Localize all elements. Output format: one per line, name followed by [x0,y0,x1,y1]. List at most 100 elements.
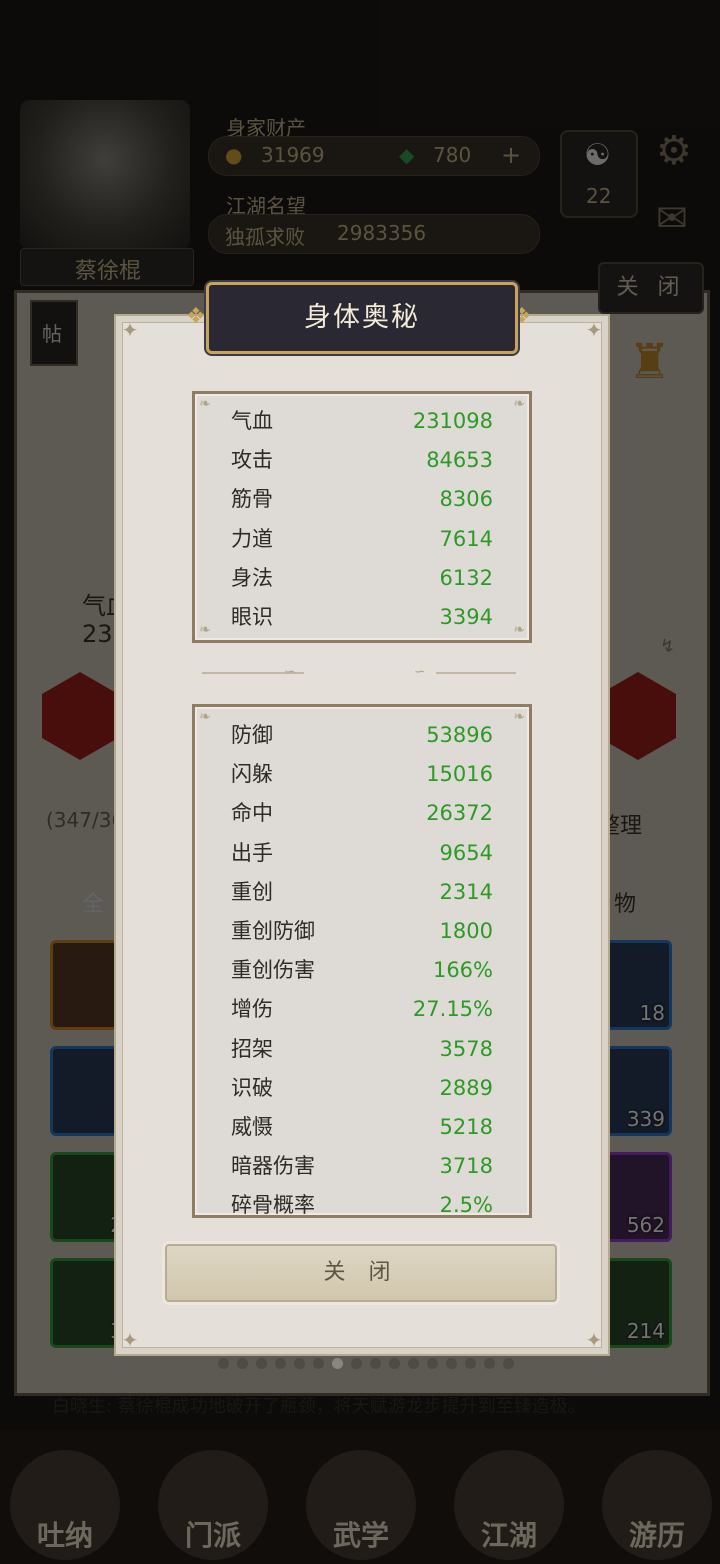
stat-label: 防御 [231,723,273,747]
corner-ornament: ✦ [585,1328,603,1352]
page-dot[interactable] [408,1358,419,1369]
nav-youli[interactable]: 游历 [602,1450,712,1560]
stat-row: 筋骨 8306 [195,480,529,519]
stat-row: 气血 231098 [195,402,529,441]
page-dot[interactable] [294,1358,305,1369]
secondary-stats-panel[interactable]: ❧ ❧ 防御 53896 闪躲 15016 命中 26372 出手 9654 重创 2314 重创防… [192,704,532,1218]
page-dot[interactable] [351,1358,362,1369]
stat-row: 眼识 3394 [195,598,529,637]
lantern-icon[interactable]: ♜ [628,334,671,390]
stat-label: 重创伤害 [231,958,315,983]
yin-yang-badge[interactable]: ☯ 22 [560,130,638,218]
nav-tuna[interactable]: 吐纳 [10,1450,120,1560]
stat-label: 筋骨 [231,487,273,512]
inventory-slot[interactable]: 562 [600,1152,672,1242]
add-currency-button[interactable]: + [501,141,521,169]
stat-value: 2889 [439,1075,493,1100]
swap-icon[interactable]: ↯ [660,636,675,657]
nav-label: 门派 [184,1519,241,1552]
stat-label: 气血 [231,409,273,433]
page-dot[interactable] [256,1358,267,1369]
item-count: 214 [626,1319,665,1343]
page-dot[interactable] [237,1358,248,1369]
page-dot[interactable] [484,1358,495,1369]
page-dot[interactable] [446,1358,457,1369]
mail-icon[interactable]: ✉ [656,196,688,240]
post-label: 帖 [42,322,62,346]
stat-label: 招架 [231,1036,273,1061]
bg-close-button[interactable]: 关 闭 [598,262,704,314]
inventory-slot[interactable] [50,940,122,1030]
title-ornament: ❖ [186,304,206,329]
partial-stat-value: 23 [82,620,113,648]
page-dot-active[interactable] [332,1358,343,1369]
stat-row: 身法 6132 [195,559,529,598]
stat-row: 碎骨概率 2.5% [195,1186,529,1218]
stat-value: 53896 [426,723,493,747]
player-name: 蔡徐棍 [75,259,142,284]
gold-amount: 31969 [261,143,325,167]
inventory-slot[interactable] [50,1046,122,1136]
nav-menpai[interactable]: 门派 [158,1450,268,1560]
stat-value: 9654 [439,840,493,865]
page-dot[interactable] [503,1358,514,1369]
inventory-count: (347/36 [46,808,125,832]
gold-icon: ● [225,143,243,167]
item-count: 18 [639,1001,665,1025]
filter-all-tab[interactable]: 全 [82,886,104,918]
page-dot[interactable] [218,1358,229,1369]
page-dot[interactable] [427,1358,438,1369]
stat-row: 识破 2889 [195,1069,529,1108]
page-dot[interactable] [313,1358,324,1369]
stat-row: 重创伤害 166% [195,951,529,990]
player-name-plate: 蔡徐棍 [20,248,194,286]
stat-label: 命中 [231,801,273,826]
stat-value: 26372 [426,801,493,826]
player-avatar[interactable] [20,100,190,250]
stat-label: 碎骨概率 [231,1193,315,1218]
stat-row: 招架 3578 [195,1030,529,1069]
nav-wuxue[interactable]: 武学 [306,1450,416,1560]
stat-row: 闪躲 15016 [195,755,529,794]
fame-bar: 独孤求败 2983356 [208,214,540,254]
jade-amount: 780 [433,143,472,167]
nav-label: 吐纳 [36,1519,93,1552]
bottom-nav: 吐纳 门派 武学 江湖 游历 [0,1430,720,1564]
stat-label: 出手 [231,840,273,865]
stat-label: 识破 [231,1075,273,1100]
post-button[interactable]: 帖 [30,300,78,366]
stat-row: 力道 7614 [195,520,529,559]
nav-jianghu[interactable]: 江湖 [454,1450,564,1560]
stat-label: 重创防御 [231,919,315,943]
stat-value: 231098 [412,409,493,433]
stat-value: 166% [432,958,493,983]
stat-value: 5218 [439,1115,493,1139]
inventory-slot[interactable]: 2 [50,1152,123,1242]
item-count: 562 [626,1213,665,1237]
stat-row: 威慑 5218 [195,1108,529,1147]
corner-ornament: ✦ [121,1328,139,1352]
scroll-message: 白晓生: 蔡徐棍成功地破开了瓶颈，将天赋游龙步提升到至臻造极。 [52,1396,586,1417]
filter-item-tab[interactable]: 物 [614,886,636,918]
inventory-slot[interactable]: 3 [50,1258,123,1348]
gear-icon[interactable]: ⚙ [656,128,692,174]
page-dot[interactable] [389,1358,400,1369]
page-dot[interactable] [370,1358,381,1369]
stat-row: 暗器伤害 3718 [195,1147,529,1186]
stat-value: 84653 [426,448,493,473]
stat-value: 2314 [439,879,493,904]
stat-value: 15016 [426,762,493,787]
stat-value: 7614 [439,526,493,551]
page-dot[interactable] [275,1358,286,1369]
inventory-slot[interactable]: 339 [600,1046,672,1136]
stat-label: 威慑 [231,1115,273,1139]
stat-value: 8306 [439,487,493,512]
stat-label: 攻击 [231,448,273,473]
inventory-slot[interactable]: 18 [600,940,672,1030]
nav-label: 武学 [332,1519,389,1552]
close-button[interactable]: 关 闭 [165,1244,557,1302]
inventory-slot[interactable]: 214 [600,1258,672,1348]
page-dot[interactable] [465,1358,476,1369]
stat-row: 攻击 84653 [195,441,529,480]
stat-label: 重创 [231,879,273,904]
